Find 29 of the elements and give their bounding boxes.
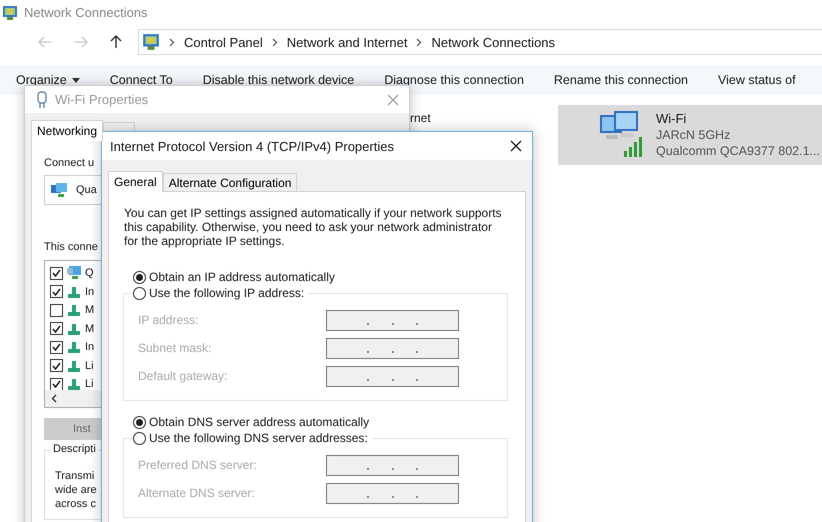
intro-text: You can get IP settings assigned automatically if your network supports this capability. Otherwise, you need to ask your network administrator for the appropriate IP settings. — [124, 206, 503, 248]
component-name: M — [85, 304, 94, 316]
component-name: Q — [85, 267, 94, 280]
dialog-title: Internet Protocol Version 4 (TCP/IPv4) Properties — [110, 138, 394, 154]
description-text: wide are — [55, 483, 97, 497]
description-text: across c — [55, 497, 96, 511]
component-name: Li — [85, 360, 94, 372]
description-text: Transmi — [55, 469, 94, 483]
connection-name: Wi-Fi — [656, 111, 688, 127]
radio-label: Obtain an IP address automatically — [149, 270, 335, 284]
network-name: JARcN 5GHz — [656, 127, 732, 143]
connection-name: rnet — [410, 111, 431, 125]
connect-using-label: Connect u — [44, 157, 94, 169]
window-title: Network Connections — [24, 5, 148, 20]
dialog-title: Wi-Fi Properties — [55, 92, 148, 107]
component-name: In — [85, 341, 94, 354]
adapter-name: Qua — [76, 184, 97, 196]
field-label: Alternate DNS server: — [138, 486, 256, 500]
field-label: IP address: — [138, 313, 200, 327]
adapter-name: Qualcomm QCA9377 802.1... — [656, 143, 820, 159]
group-label: Descripti — [51, 443, 98, 455]
component-name: Li — [85, 378, 94, 390]
list-label: This conne — [44, 241, 98, 253]
component-name: M — [85, 322, 94, 335]
radio-label: Obtain DNS server address automatically — [149, 415, 370, 429]
field-label: Preferred DNS server: — [138, 458, 258, 472]
field-label: Subnet mask: — [138, 341, 212, 355]
component-name: In — [85, 286, 94, 298]
field-label: Default gateway: — [138, 369, 228, 383]
